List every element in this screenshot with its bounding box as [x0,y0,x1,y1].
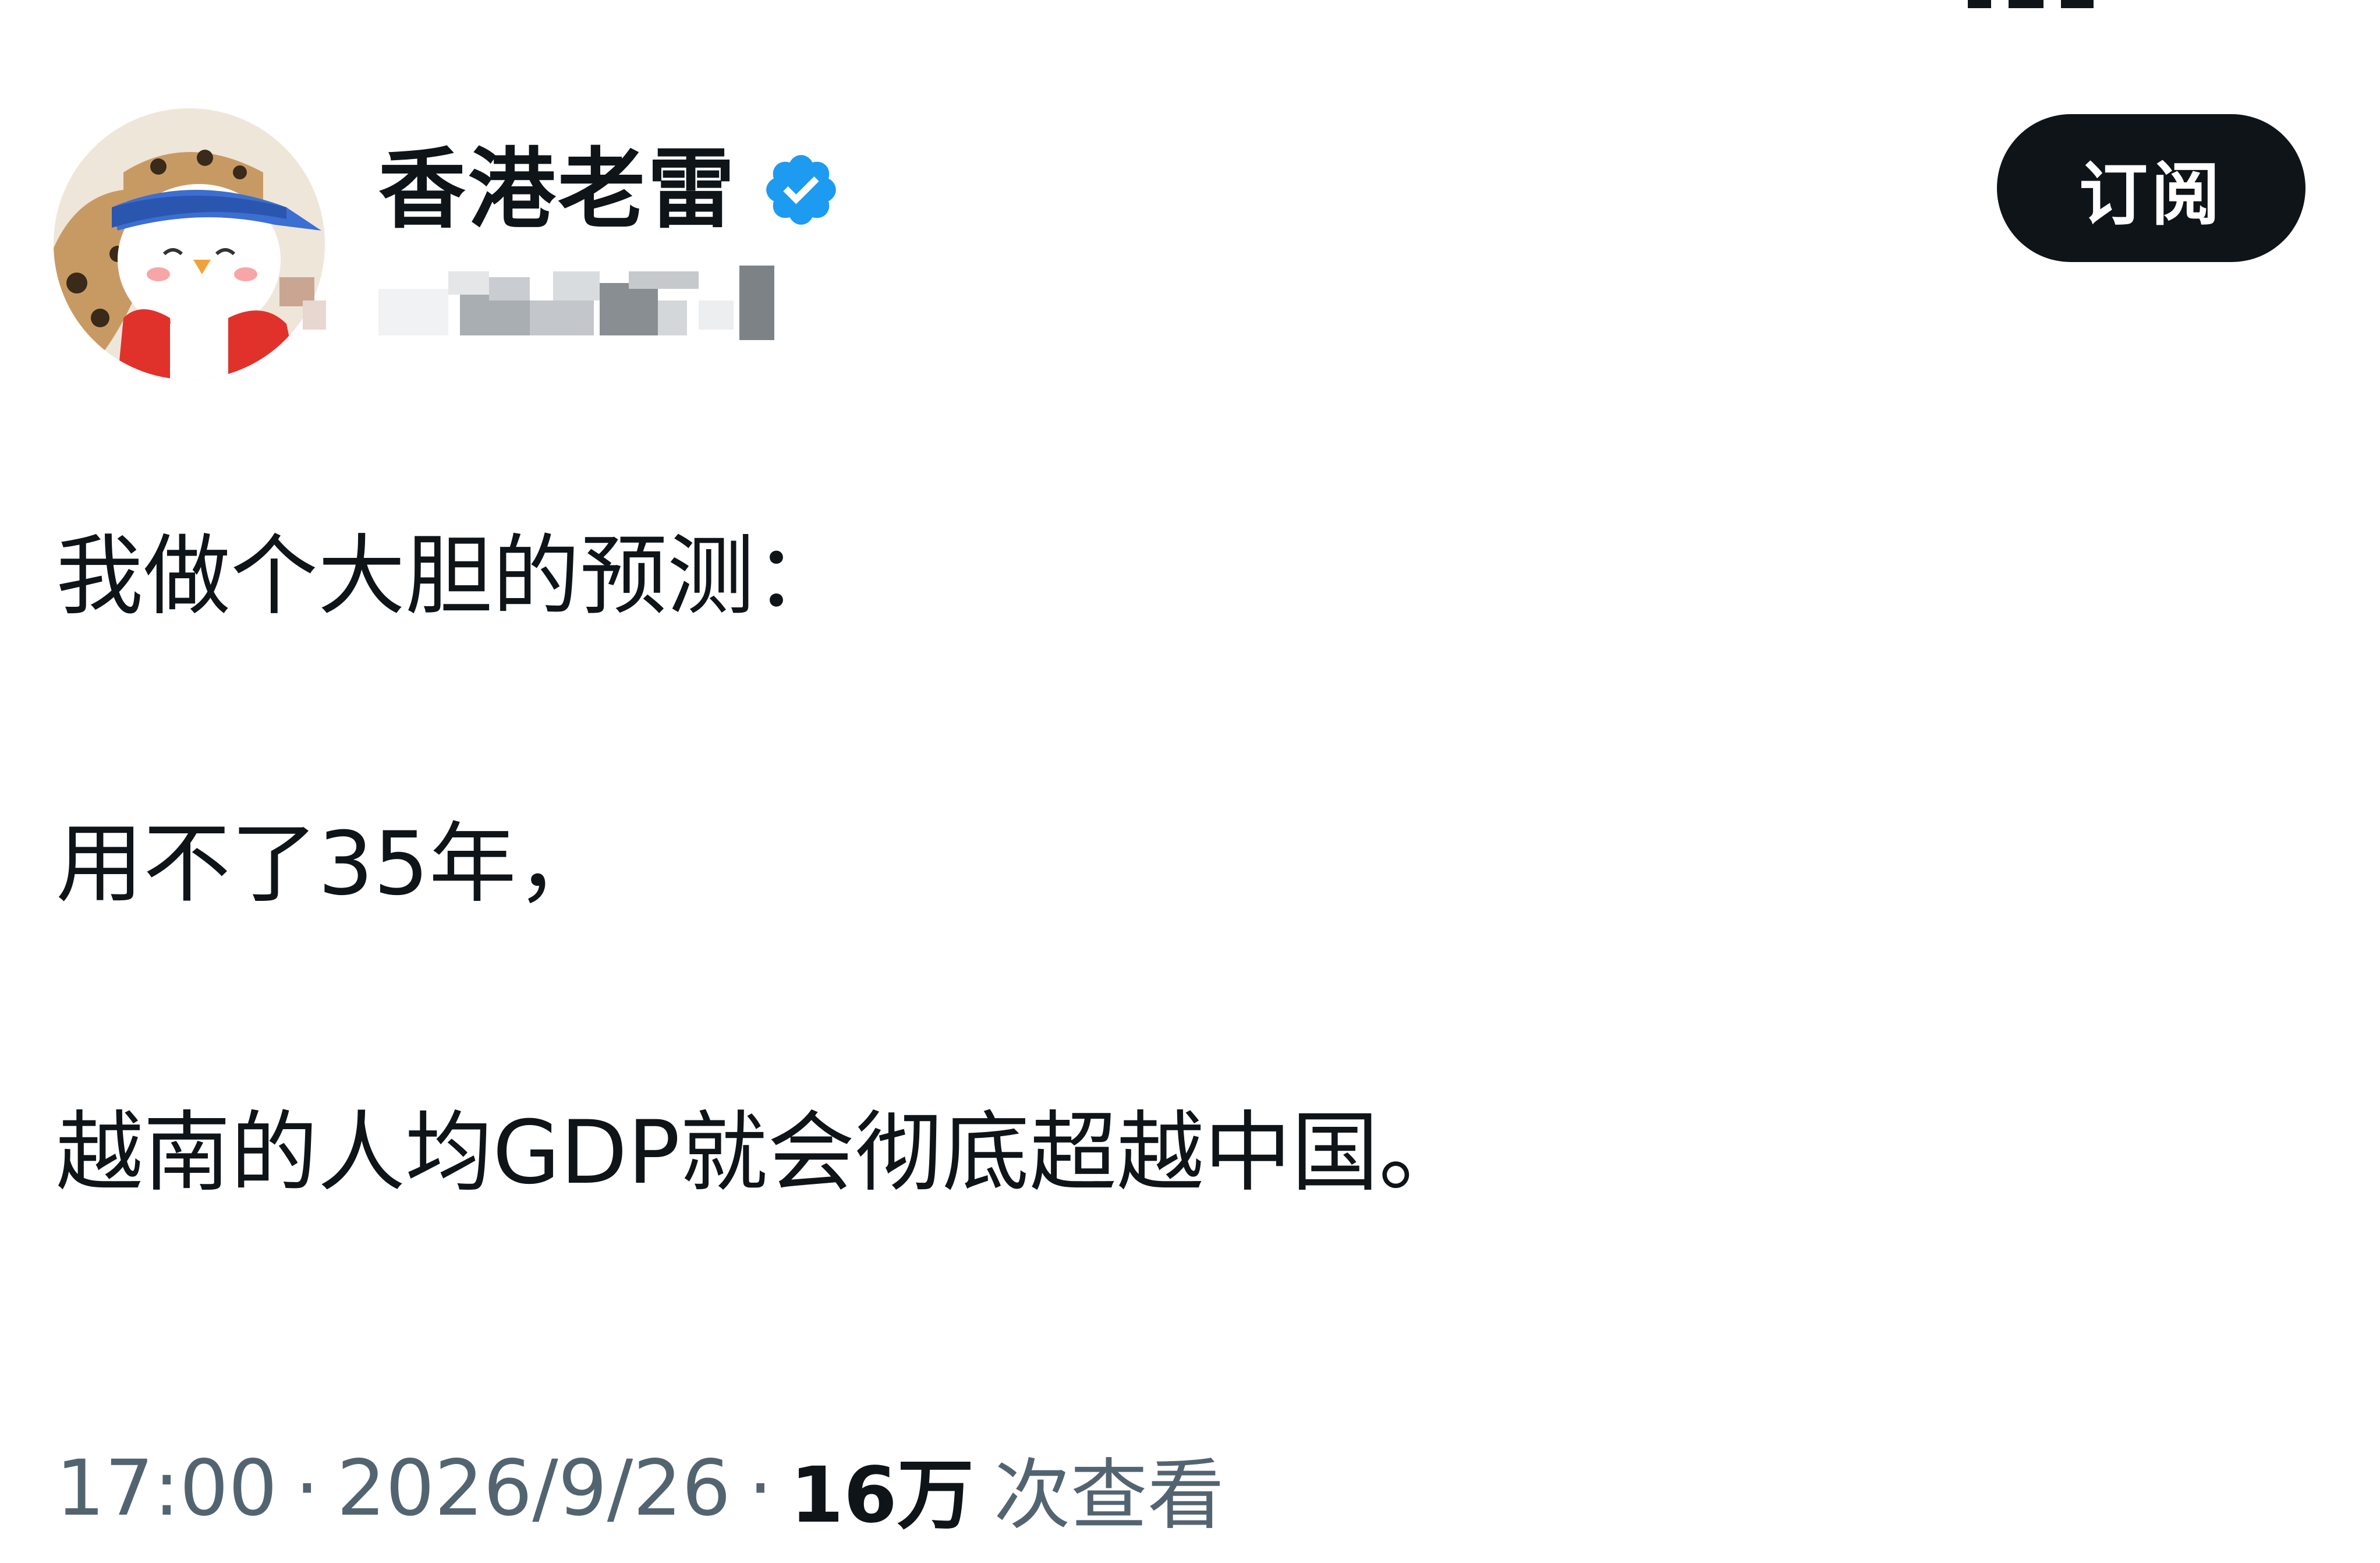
tweet-meta-row: 17:00 · 2026/9/26 · 16万 次查看 [56,1436,1224,1541]
meta-separator: · [295,1444,320,1533]
tweet-line: 用不了35年， [56,814,604,915]
display-name-row: 香港老雷 [378,137,842,242]
tweet-line: 我做个大胆的预测： [56,526,842,627]
display-name[interactable]: 香港老雷 [378,137,737,242]
subscribe-button[interactable]: 订阅 [1997,114,2305,262]
handle-obscured [279,266,780,347]
top-cropped-fragment [1968,0,2108,8]
verified-badge-icon [766,155,836,225]
tweet-time[interactable]: 17:00 [56,1444,277,1533]
tweet-line: 越南的人均GDP就会彻底超越中国。 [56,1102,1467,1204]
tweet-date[interactable]: 2026/9/26 [337,1444,731,1533]
view-count[interactable]: 16万 [790,1433,974,1544]
view-count-label: 次查看 [993,1450,1224,1540]
meta-separator: · [748,1444,773,1533]
